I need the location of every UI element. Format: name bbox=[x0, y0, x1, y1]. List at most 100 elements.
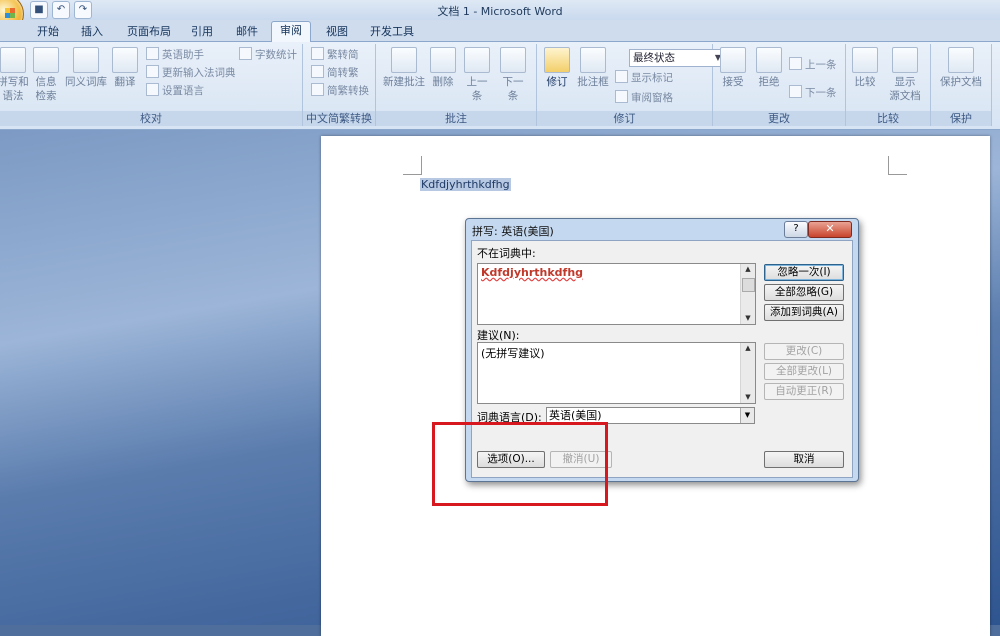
group-compare: 比较 显示 源文档 比较 bbox=[846, 44, 931, 126]
word-count-icon bbox=[239, 47, 252, 60]
window-title: 文档 1 - Microsoft Word bbox=[437, 5, 563, 18]
update-ime-button[interactable]: 更新输入法词典 bbox=[146, 65, 236, 81]
set-language-button[interactable]: 设置语言 bbox=[146, 83, 204, 99]
compare-button[interactable]: 比较 bbox=[848, 47, 882, 89]
autocorrect-button[interactable]: 自动更正(R) bbox=[764, 383, 844, 400]
to-simplified-button[interactable]: 繁转简 bbox=[311, 47, 359, 63]
scrollbar[interactable]: ▲ ▼ bbox=[740, 343, 755, 403]
ribbon: 拼写和 语法 信息 检索 同义词库 翻译 英语助手 更新输入法词典 设置语言 字… bbox=[0, 42, 1000, 130]
tab-mailings[interactable]: 邮件 bbox=[230, 23, 264, 40]
add-to-dictionary-button[interactable]: 添加到词典(A) bbox=[764, 304, 844, 321]
translate-icon bbox=[112, 47, 138, 73]
show-source-button[interactable]: 显示 源文档 bbox=[884, 47, 926, 103]
thesaurus-icon bbox=[73, 47, 99, 73]
group-label-protect: 保护 bbox=[931, 111, 991, 126]
not-in-dictionary-field[interactable]: Kdfdjyhrthkdfhg ▲ ▼ bbox=[477, 263, 756, 325]
crop-mark bbox=[403, 156, 422, 175]
scroll-up-icon[interactable]: ▲ bbox=[741, 264, 755, 275]
tab-review[interactable]: 审阅 bbox=[271, 21, 311, 42]
title-bar: ■ ↶ ↷ 文档 1 - Microsoft Word bbox=[0, 0, 1000, 34]
group-label-compare: 比较 bbox=[846, 111, 930, 126]
group-chinese-conversion: 繁转简 简转繁 简繁转换 中文简繁转换 bbox=[303, 44, 376, 126]
to-traditional-button[interactable]: 简转繁 bbox=[311, 65, 359, 81]
spelling-grammar-button[interactable]: 拼写和 语法 bbox=[0, 47, 30, 103]
word-count-button[interactable]: 字数统计 bbox=[239, 47, 297, 63]
next-comment-button[interactable]: 下一 条 bbox=[498, 47, 528, 103]
protect-document-button[interactable]: 保护文档 bbox=[933, 47, 989, 89]
ignore-once-button[interactable]: 忽略一次(I) bbox=[764, 264, 844, 281]
new-comment-button[interactable]: 新建批注 bbox=[380, 47, 428, 89]
change-all-button[interactable]: 全部更改(L) bbox=[764, 363, 844, 380]
watermark: Bai du 经验 jingyan.baidu.com bbox=[765, 515, 995, 625]
tab-view[interactable]: 视图 bbox=[320, 23, 354, 40]
ignore-all-button[interactable]: 全部忽略(G) bbox=[764, 284, 844, 301]
scroll-down-icon[interactable]: ▼ bbox=[741, 313, 755, 324]
next-change-icon bbox=[789, 85, 802, 98]
list-item[interactable]: (无拼写建议) bbox=[481, 345, 545, 361]
group-label-comments: 批注 bbox=[376, 111, 536, 126]
protect-document-icon bbox=[948, 47, 974, 73]
translate-button[interactable]: 翻译 bbox=[110, 47, 140, 89]
scrollbar[interactable]: ▲ ▼ bbox=[740, 264, 755, 324]
conversion-icon bbox=[311, 83, 324, 96]
baidu-paw-icon bbox=[829, 517, 859, 546]
ribbon-tabs: 开始 插入 页面布局 引用 邮件 审阅 视图 开发工具 bbox=[0, 20, 1000, 42]
watermark-url: jingyan.baidu.com bbox=[768, 583, 916, 602]
previous-change-icon bbox=[789, 57, 802, 70]
next-change-button[interactable]: 下一条 bbox=[789, 85, 837, 101]
balloons-icon bbox=[580, 47, 606, 73]
display-for-review-select[interactable]: 最终状态 ▼ bbox=[629, 49, 724, 67]
highlight-box bbox=[432, 422, 608, 506]
thesaurus-button[interactable]: 同义词库 bbox=[64, 47, 108, 89]
tab-references[interactable]: 引用 bbox=[185, 23, 219, 40]
to-simplified-icon bbox=[311, 47, 324, 60]
previous-comment-icon bbox=[464, 47, 490, 73]
show-source-icon bbox=[892, 47, 918, 73]
dialog-title: 拼写: 英语(美国) bbox=[472, 225, 554, 238]
group-protect: 保护文档 保护 bbox=[931, 44, 992, 126]
document-text[interactable]: Kdfdjyhrthkdfhg bbox=[420, 178, 511, 191]
review-pane-button[interactable]: 审阅窗格 bbox=[615, 90, 673, 106]
balloons-button[interactable]: 批注框 bbox=[575, 47, 611, 89]
close-button[interactable]: ✕ bbox=[808, 221, 852, 238]
scroll-up-icon[interactable]: ▲ bbox=[741, 343, 755, 354]
review-pane-icon bbox=[615, 90, 628, 103]
scroll-down-icon[interactable]: ▼ bbox=[741, 392, 755, 403]
help-button[interactable]: ? bbox=[784, 221, 808, 238]
crop-mark bbox=[888, 156, 907, 175]
previous-change-button[interactable]: 上一条 bbox=[789, 57, 837, 73]
group-changes: 接受 拒绝 上一条 下一条 更改 bbox=[713, 44, 846, 126]
scroll-thumb[interactable] bbox=[742, 278, 755, 292]
next-comment-icon bbox=[500, 47, 526, 73]
to-traditional-icon bbox=[311, 65, 324, 78]
delete-comment-button[interactable]: 删除 bbox=[428, 47, 458, 89]
suggestions-list[interactable]: (无拼写建议) ▲ ▼ bbox=[477, 342, 756, 404]
update-ime-icon bbox=[146, 65, 159, 78]
accept-button[interactable]: 接受 bbox=[717, 47, 749, 89]
suggestions-label: 建议(N): bbox=[477, 329, 520, 342]
research-button[interactable]: 信息 检索 bbox=[30, 47, 62, 103]
change-button[interactable]: 更改(C) bbox=[764, 343, 844, 360]
group-proofing: 拼写和 语法 信息 检索 同义词库 翻译 英语助手 更新输入法词典 设置语言 字… bbox=[0, 44, 303, 126]
group-label-proofing: 校对 bbox=[0, 111, 302, 126]
new-comment-icon bbox=[391, 47, 417, 73]
not-in-dictionary-label: 不在词典中: bbox=[477, 247, 536, 260]
tab-home[interactable]: 开始 bbox=[31, 23, 65, 40]
show-markup-icon bbox=[615, 70, 628, 83]
tab-developer[interactable]: 开发工具 bbox=[364, 23, 420, 40]
delete-comment-icon bbox=[430, 47, 456, 73]
tab-page-layout[interactable]: 页面布局 bbox=[121, 23, 177, 40]
set-language-icon bbox=[146, 83, 159, 96]
spelling-icon bbox=[0, 47, 26, 73]
cancel-button[interactable]: 取消 bbox=[764, 451, 844, 468]
conversion-button[interactable]: 简繁转换 bbox=[311, 83, 369, 99]
reject-button[interactable]: 拒绝 bbox=[753, 47, 785, 89]
show-markup-button[interactable]: 显示标记 bbox=[615, 70, 673, 86]
group-label-chinese-conversion: 中文简繁转换 bbox=[303, 111, 375, 126]
english-assistant-button[interactable]: 英语助手 bbox=[146, 47, 204, 63]
group-comments: 新建批注 删除 上一 条 下一 条 批注 bbox=[376, 44, 537, 126]
tab-insert[interactable]: 插入 bbox=[75, 23, 109, 40]
research-icon bbox=[33, 47, 59, 73]
track-changes-button[interactable]: 修订 bbox=[541, 47, 573, 89]
previous-comment-button[interactable]: 上一 条 bbox=[462, 47, 492, 103]
